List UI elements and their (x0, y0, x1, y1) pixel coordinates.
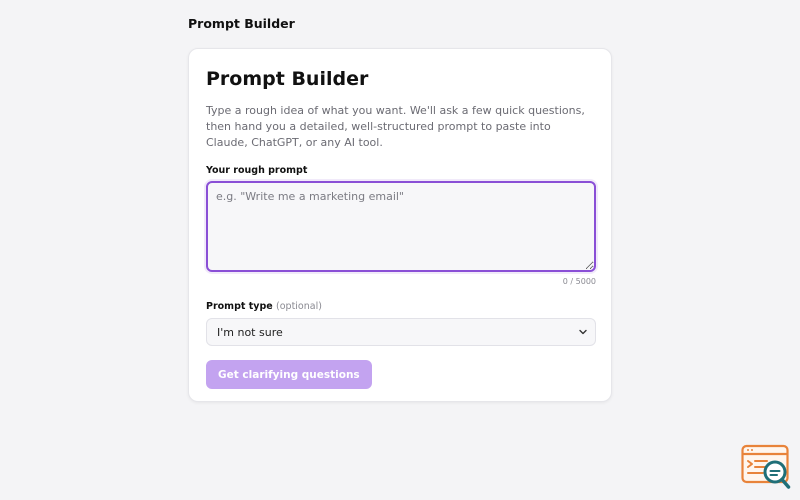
rough-prompt-input[interactable] (206, 181, 596, 272)
prompt-type-label: Prompt type (optional) (206, 301, 594, 313)
rough-prompt-label: Your rough prompt (206, 165, 308, 176)
prompt-type-label-text: Prompt type (206, 301, 273, 312)
prompt-type-select[interactable]: I'm not sure (206, 318, 596, 346)
prompt-type-select-wrapper[interactable]: I'm not sure (206, 318, 596, 346)
page-title: Prompt Builder (188, 16, 295, 31)
char-counter: 0 / 5000 (562, 277, 596, 286)
card-title: Prompt Builder (206, 68, 369, 90)
search-document-logo-icon[interactable] (741, 444, 791, 490)
optional-hint: (optional) (276, 301, 322, 312)
prompt-builder-card: Prompt Builder Type a rough idea of what… (188, 48, 612, 402)
get-clarifying-questions-button[interactable]: Get clarifying questions (206, 360, 372, 389)
card-description: Type a rough idea of what you want. We'l… (206, 104, 585, 149)
